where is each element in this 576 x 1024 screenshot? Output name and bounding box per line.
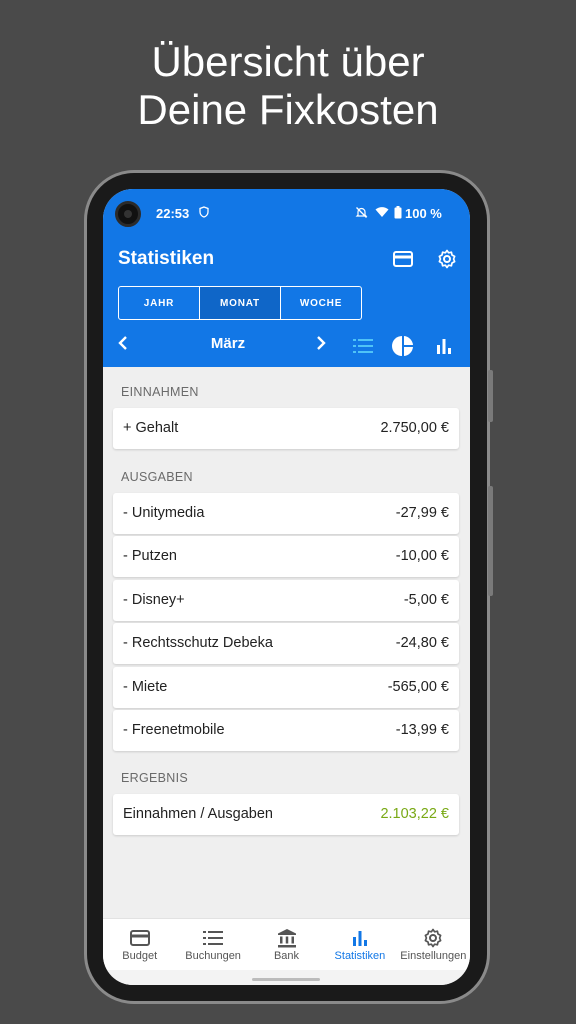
section-title-result: ERGEBNIS [121,771,188,785]
list-item[interactable]: + Gehalt 2.750,00 € [113,408,459,449]
tab-jahr[interactable]: JAHR [119,287,200,319]
phone-screen: 22:53 100 % Statistiken JAHR MONAT WOCHE… [103,189,470,985]
list-item-value: -565,00 € [387,679,449,695]
phone-volume-button [488,486,493,596]
nav-label: Buchungen [185,950,241,962]
nav-einstellungen[interactable]: Einstellungen [397,919,470,970]
gear-icon [422,927,444,949]
gesture-handle[interactable] [252,978,320,981]
month-navigation: März [103,329,470,363]
status-time: 22:53 [156,206,190,221]
nav-budget[interactable]: Budget [103,919,176,970]
promo-headline: Übersicht über Deine Fixkosten [0,38,576,134]
list-item-label: - Putzen [123,548,177,564]
list-item-label: + Gehalt [123,420,179,436]
battery-icon [394,206,402,222]
bottom-navigation: Budget Buchungen Bank Statistiken Einste… [103,918,470,970]
section-title-income: EINNAHMEN [121,385,199,399]
nav-label: Bank [273,950,300,962]
list-item-label: - Unitymedia [123,505,205,521]
tab-woche[interactable]: WOCHE [281,287,361,319]
nav-bank[interactable]: Bank [250,919,323,970]
shield-icon [199,206,209,221]
list-item-value: -10,00 € [395,548,449,564]
chevron-right-icon[interactable] [311,331,331,357]
nav-statistiken[interactable]: Statistiken [323,919,396,970]
list-item[interactable]: - Unitymedia -27,99 € [113,493,459,534]
headline-line-1: Übersicht über [151,38,425,85]
pie-chart-icon[interactable] [392,335,414,357]
result-label: Einnahmen / Ausgaben [123,806,273,822]
wifi-icon [375,206,389,221]
period-selector: JAHR MONAT WOCHE [118,286,362,320]
list-item-label: - Miete [123,679,168,695]
bank-icon [276,927,298,949]
nav-buchungen[interactable]: Buchungen [176,919,249,970]
list-item-value: -24,80 € [395,635,449,651]
list-icon[interactable] [352,335,374,357]
gear-icon[interactable] [435,247,459,271]
tab-monat[interactable]: MONAT [200,287,281,319]
list-item[interactable]: - Rechtsschutz Debeka -24,80 € [113,623,459,664]
result-row[interactable]: Einnahmen / Ausgaben 2.103,22 € [113,794,459,835]
list-item[interactable]: - Miete -565,00 € [113,667,459,708]
camera-cutout [115,201,141,227]
list-item-value: -27,99 € [395,505,449,521]
section-title-expenses: AUSGABEN [121,470,193,484]
chevron-left-icon[interactable] [113,331,133,357]
nav-label: Statistiken [334,950,386,962]
bar-chart-icon[interactable] [433,335,455,357]
list-item[interactable]: - Disney+ -5,00 € [113,580,459,621]
headline-line-2: Deine Fixkosten [137,86,439,133]
current-month: März [210,335,246,352]
card-icon [129,927,151,949]
list-item-value: -13,99 € [395,722,449,738]
list-item[interactable]: - Putzen -10,00 € [113,536,459,577]
battery-level: 100 % [405,206,442,221]
result-value: 2.103,22 € [380,806,449,822]
list-item-value: -5,00 € [403,592,449,608]
page-title: Statistiken [118,248,215,269]
bar-chart-icon [349,927,371,949]
list-item-label: - Freenetmobile [123,722,225,738]
list-item[interactable]: - Freenetmobile -13,99 € [113,710,459,751]
card-icon[interactable] [391,247,415,271]
nav-label: Budget [122,950,158,962]
list-icon [202,927,224,949]
list-item-label: - Disney+ [123,592,185,608]
list-item-value: 2.750,00 € [380,420,449,436]
nav-label: Einstellungen [400,950,467,962]
status-bar: 22:53 100 % [103,189,470,239]
alarm-off-icon [355,206,368,222]
list-item-label: - Rechtsschutz Debeka [123,635,273,651]
app-bar: 22:53 100 % Statistiken JAHR MONAT WOCHE… [103,189,470,367]
phone-side-button [488,370,493,422]
